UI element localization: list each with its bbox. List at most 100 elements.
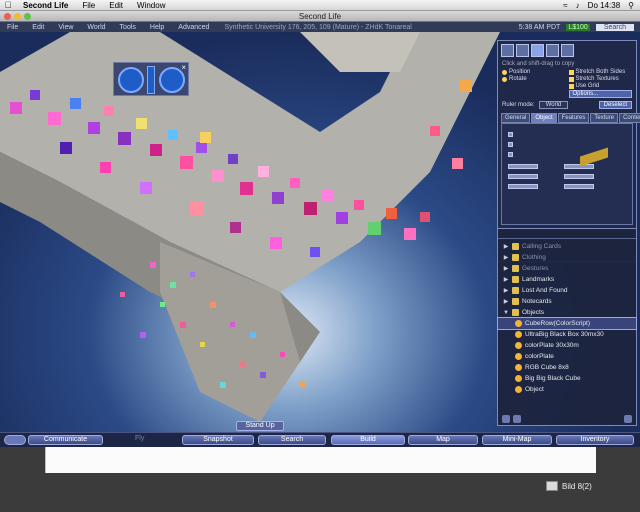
inventory-folder[interactable]: ▼ Objects [498, 307, 636, 318]
position-z-field[interactable] [508, 184, 538, 189]
menu-window[interactable]: Window [130, 1, 172, 10]
inventory-folder[interactable]: ▶ Gestures [498, 263, 636, 274]
inventory-folder[interactable]: ▶ Calling Cards [498, 241, 636, 252]
stand-up-button[interactable]: Stand Up [236, 421, 284, 431]
stretch-both-checkbox[interactable]: Stretch Both Sides [568, 69, 633, 75]
size-y-field[interactable] [564, 174, 594, 179]
sl-menu-advanced[interactable]: Advanced [171, 24, 216, 31]
menu-app-name[interactable]: Second Life [16, 1, 75, 10]
collapsed-arrow-icon[interactable]: ▶ [503, 276, 509, 283]
inventory-folder[interactable]: ▶ Landmarks [498, 274, 636, 285]
build-toolbar [498, 41, 636, 60]
trash-icon[interactable] [624, 415, 632, 423]
position-radio[interactable]: Position [502, 69, 566, 75]
inventory-object[interactable]: colorPlate [498, 351, 636, 362]
physical-checkbox[interactable] [508, 142, 513, 147]
tab-texture[interactable]: Texture [590, 113, 619, 123]
menu-clock[interactable]: Do 14:38 [588, 1, 620, 10]
folder-icon [512, 298, 519, 305]
zoom-window-icon[interactable] [24, 13, 31, 20]
locked-checkbox[interactable] [508, 132, 513, 137]
size-z-field[interactable] [564, 184, 594, 189]
object-icon [515, 364, 522, 371]
sl-menu-view[interactable]: View [51, 24, 80, 31]
sl-menu-bar: File Edit View World Tools Help Advanced… [0, 22, 640, 32]
menu-edit[interactable]: Edit [102, 1, 130, 10]
inventory-item-label: Gestures [522, 265, 549, 272]
balance-badge[interactable]: L$100 [566, 23, 590, 31]
sort-icon[interactable] [513, 415, 521, 423]
inventory-item-label: Lost And Found [522, 287, 568, 294]
object-icon [515, 353, 522, 360]
temporary-checkbox[interactable] [508, 152, 513, 157]
orbit-control-icon[interactable] [118, 67, 144, 93]
tab-features[interactable]: Features [557, 113, 590, 123]
zoom-slider[interactable] [147, 66, 155, 94]
inventory-folder[interactable]: ▶ Lost And Found [498, 285, 636, 296]
ruler-row: Ruler mode: World Deselect [498, 99, 636, 111]
sl-search-field[interactable]: Search [595, 23, 634, 31]
inventory-folder[interactable]: ▶ Clothing [498, 252, 636, 263]
collapsed-arrow-icon[interactable]: ▶ [503, 298, 509, 305]
desktop-file[interactable]: Bild 8(2) [546, 481, 592, 491]
position-y-field[interactable] [508, 174, 538, 179]
chat-icon[interactable] [4, 435, 26, 445]
inventory-object[interactable]: Object [498, 384, 636, 395]
tab-object[interactable]: Object [531, 113, 557, 123]
sl-menu-tools[interactable]: Tools [113, 24, 143, 31]
sl-menu-edit[interactable]: Edit [25, 24, 51, 31]
options-button[interactable]: Options... [568, 90, 632, 98]
ramp-top-ledge [300, 32, 420, 72]
focus-tool-icon[interactable] [501, 44, 514, 57]
rotate-radio[interactable]: Rotate [502, 76, 566, 82]
build-button[interactable]: Build [331, 435, 405, 445]
inventory-object[interactable]: UltraBig Black Box 30mx30 [498, 329, 636, 340]
ruler-select[interactable]: World [538, 101, 569, 109]
collapsed-arrow-icon[interactable]: ▶ [503, 287, 509, 294]
tab-content[interactable]: Content [619, 113, 640, 123]
inventory-object[interactable]: CubeRow(ColorScript) [497, 317, 637, 330]
new-folder-icon[interactable] [502, 415, 510, 423]
spotlight-icon[interactable]: ⚲ [628, 1, 634, 10]
close-icon[interactable]: × [181, 63, 186, 72]
menu-file[interactable]: File [75, 1, 102, 10]
use-grid-checkbox[interactable]: Use Grid [568, 83, 633, 89]
communicate-button[interactable]: Communicate [28, 435, 103, 445]
object-icon [515, 386, 522, 393]
inventory-object[interactable]: RGB Cube 8x8 [498, 362, 636, 373]
apple-icon[interactable]:  [0, 0, 16, 10]
sl-menu-file[interactable]: File [0, 24, 25, 31]
snapshot-button[interactable]: Snapshot [182, 435, 254, 445]
inventory-object[interactable]: Big Big Black Cube [498, 373, 636, 384]
inventory-button[interactable]: Inventory [556, 435, 634, 445]
tab-general[interactable]: General [501, 113, 531, 123]
size-x-field[interactable] [564, 164, 594, 169]
sl-menu-world[interactable]: World [80, 24, 112, 31]
edit-tool-icon[interactable] [531, 44, 544, 57]
collapsed-arrow-icon[interactable]: ▶ [503, 265, 509, 272]
wifi-icon[interactable]: ≈ [563, 1, 567, 10]
expanded-arrow-icon[interactable]: ▼ [503, 310, 509, 316]
collapsed-arrow-icon[interactable]: ▶ [503, 254, 509, 261]
close-window-icon[interactable] [4, 13, 11, 20]
map-button[interactable]: Map [408, 435, 478, 445]
search-button[interactable]: Search [258, 435, 326, 445]
create-tool-icon[interactable] [546, 44, 559, 57]
collapsed-arrow-icon[interactable]: ▶ [503, 243, 509, 250]
sl-menu-help[interactable]: Help [143, 24, 171, 31]
land-tool-icon[interactable] [561, 44, 574, 57]
inventory-object[interactable]: colorPlate 30x30m [498, 340, 636, 351]
position-x-field[interactable] [508, 164, 538, 169]
stretch-textures-checkbox[interactable]: Stretch Textures [568, 76, 633, 82]
fly-button[interactable]: Fly [135, 435, 144, 442]
camera-controls[interactable]: × [113, 62, 189, 96]
volume-icon[interactable]: ♪ [576, 1, 580, 10]
inventory-folder[interactable]: ▶ Notecards [498, 296, 636, 307]
minimize-window-icon[interactable] [14, 13, 21, 20]
inventory-item-label: CubeRow(ColorScript) [525, 320, 591, 327]
location-text[interactable]: Synthetic University 176, 205, 109 (Matu… [224, 24, 411, 31]
object-tab-body [501, 123, 633, 225]
mini-map-button[interactable]: Mini-Map [482, 435, 552, 445]
move-tool-icon[interactable] [516, 44, 529, 57]
deselect-button[interactable]: Deselect [598, 101, 632, 109]
